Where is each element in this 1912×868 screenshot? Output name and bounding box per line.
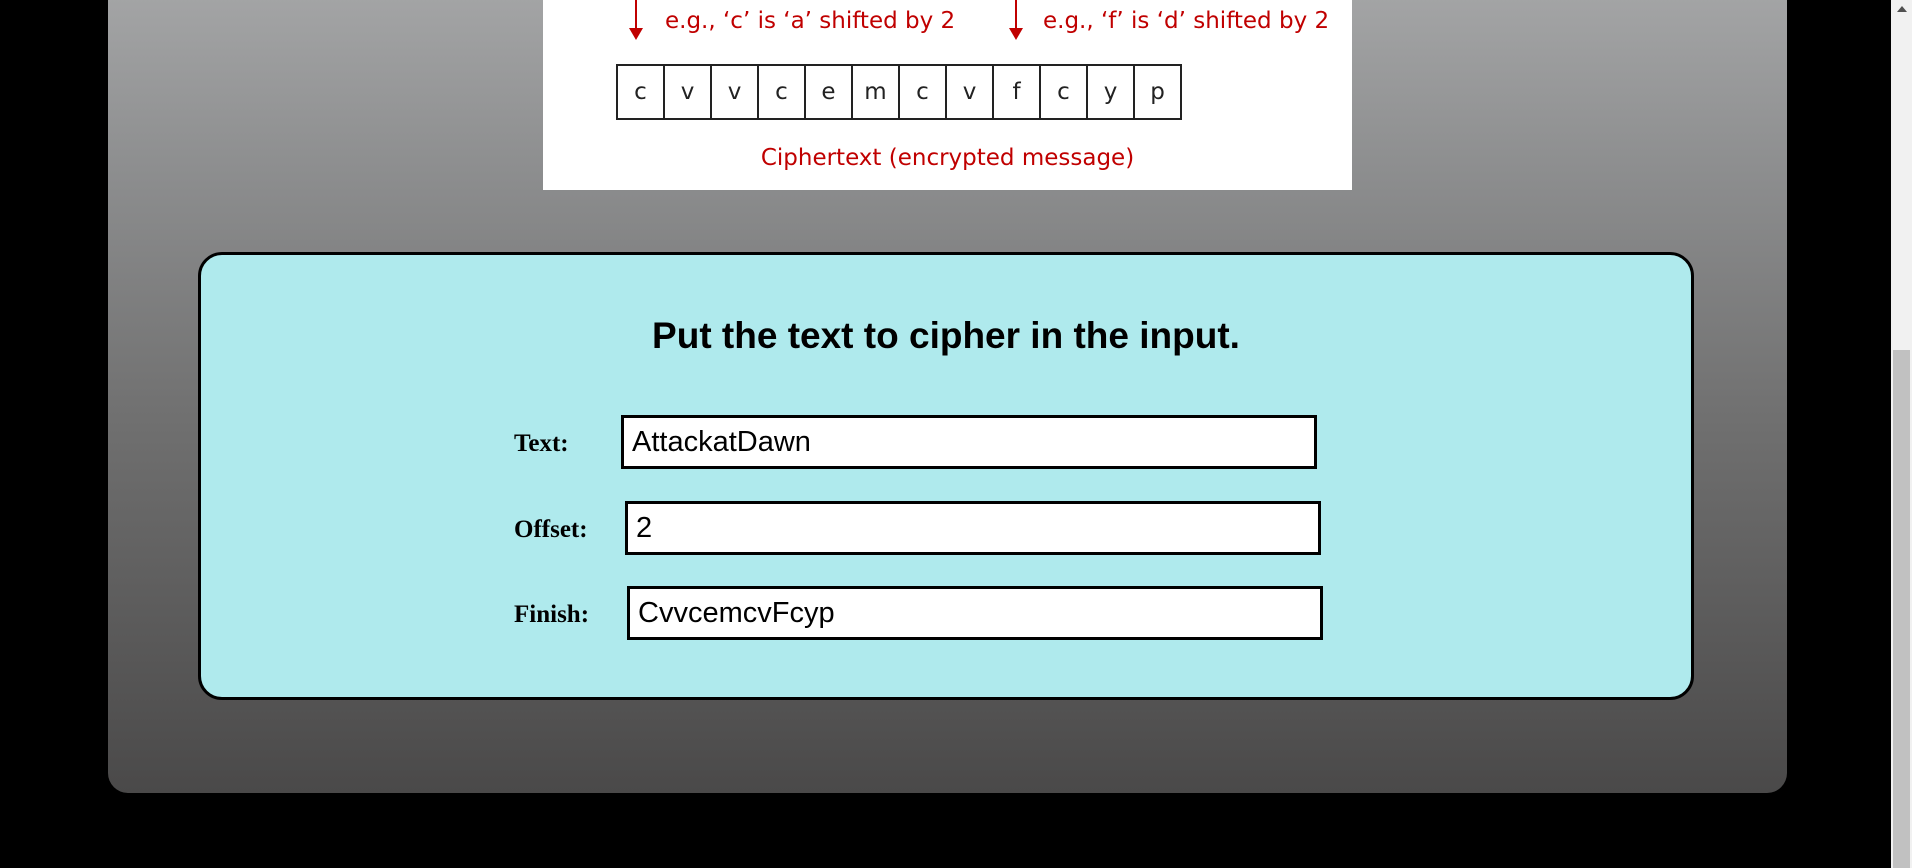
cipher-cell: p: [1133, 64, 1182, 120]
cipher-cell: c: [616, 64, 665, 120]
cipher-cell: e: [804, 64, 853, 120]
cipher-form-card: Put the text to cipher in the input. Tex…: [198, 252, 1694, 700]
cipher-cell: c: [1039, 64, 1088, 120]
finish-output[interactable]: [627, 586, 1323, 640]
arrow-down-icon: [1009, 0, 1023, 40]
cipher-cell: v: [710, 64, 759, 120]
cipher-cell: c: [757, 64, 806, 120]
offset-label: Offset:: [514, 516, 588, 543]
form-heading: Put the text to cipher in the input.: [652, 315, 1240, 356]
cipher-cell: v: [663, 64, 712, 120]
scroll-up-icon[interactable]: [1891, 0, 1912, 17]
ciphertext-caption: Ciphertext (encrypted message): [760, 145, 1135, 171]
text-input[interactable]: [621, 415, 1317, 469]
example-right: e.g., ‘f’ is ‘d’ shifted by 2: [1043, 8, 1330, 34]
offset-input[interactable]: [625, 501, 1321, 555]
finish-label: Finish:: [514, 601, 590, 628]
vertical-scrollbar[interactable]: [1891, 0, 1912, 868]
cipher-cell: v: [945, 64, 994, 120]
ciphertext-cells: c v v c e m c v f c y p: [616, 64, 1182, 120]
cipher-cell: f: [992, 64, 1041, 120]
scrollbar-thumb[interactable]: [1893, 350, 1910, 868]
example-left: e.g., ‘c’ is ‘a’ shifted by 2: [665, 8, 956, 34]
caesar-cipher-diagram: e.g., ‘c’ is ‘a’ shifted by 2 e.g., ‘f’ …: [543, 0, 1352, 190]
cipher-cell: y: [1086, 64, 1135, 120]
text-label: Text:: [514, 430, 569, 457]
arrow-down-icon: [629, 0, 643, 40]
cipher-cell: m: [851, 64, 900, 120]
cipher-cell: c: [898, 64, 947, 120]
